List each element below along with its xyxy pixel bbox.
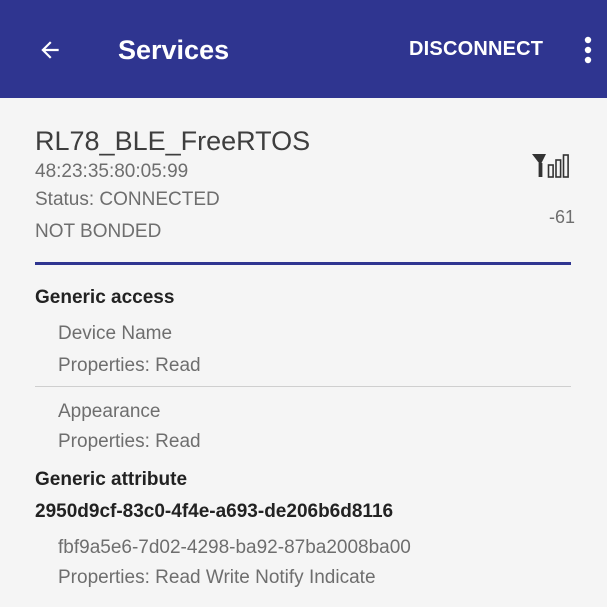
device-address: 48:23:35:80:05:99 bbox=[35, 161, 189, 182]
characteristic-name: Device Name bbox=[58, 323, 173, 344]
characteristic-name: fbf9a5e6-7d02-4298-ba92-87ba2008ba00 bbox=[58, 537, 411, 558]
back-button[interactable] bbox=[28, 28, 72, 72]
characteristic-name: Appearance bbox=[58, 401, 161, 422]
characteristic-properties: Properties: Read bbox=[58, 431, 201, 452]
signal-strength-icon bbox=[532, 154, 569, 178]
characteristic-properties: Properties: Read bbox=[58, 355, 201, 376]
service-title-generic-attribute[interactable]: Generic attribute bbox=[35, 467, 187, 493]
service-title-custom-uuid[interactable]: 2950d9cf-83c0-4f4e-a693-de206b6d8116 bbox=[35, 499, 393, 525]
characteristic-divider bbox=[35, 386, 571, 387]
more-vert-icon bbox=[584, 36, 592, 64]
header-divider bbox=[35, 262, 571, 265]
services-content: RL78_BLE_FreeRTOS 48:23:35:80:05:99 Stat… bbox=[0, 98, 607, 607]
connection-status: Status: CONNECTED bbox=[35, 189, 220, 210]
app-bar: Services DISCONNECT bbox=[0, 0, 607, 98]
bond-state: NOT BONDED bbox=[35, 221, 162, 242]
characteristic-properties: Properties: Read Write Notify Indicate bbox=[58, 567, 376, 588]
services-screen: Services DISCONNECT RL78_BLE_FreeRTOS 48… bbox=[0, 0, 607, 607]
overflow-menu-button[interactable] bbox=[576, 30, 600, 70]
service-title-generic-access[interactable]: Generic access bbox=[35, 285, 174, 311]
disconnect-button[interactable]: DISCONNECT bbox=[409, 34, 543, 64]
page-title: Services bbox=[118, 35, 230, 65]
device-name: RL78_BLE_FreeRTOS bbox=[35, 126, 311, 156]
arrow-back-icon bbox=[41, 41, 59, 59]
rssi-value: -61 bbox=[549, 207, 576, 227]
